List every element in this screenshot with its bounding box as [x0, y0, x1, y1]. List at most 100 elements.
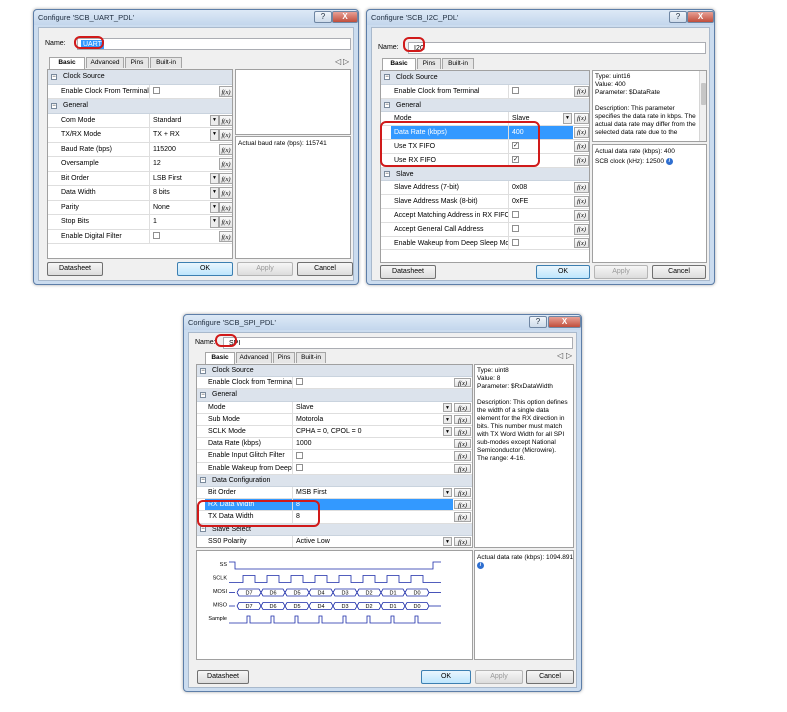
param-value[interactable]: Slave	[293, 402, 453, 413]
tab-pins[interactable]: Pins	[125, 57, 149, 68]
chevron-down-icon[interactable]: ▼	[210, 129, 219, 141]
checkbox[interactable]	[512, 211, 519, 219]
checkbox[interactable]	[512, 238, 519, 246]
uart-name-input[interactable]: UART	[77, 38, 351, 50]
param-value[interactable]	[509, 223, 573, 236]
i2c-datasheet-button[interactable]: Datasheet	[380, 265, 436, 279]
param-value[interactable]: 115200	[150, 143, 218, 157]
param-value[interactable]: ✓	[509, 140, 573, 153]
chevron-down-icon[interactable]: ▼	[210, 172, 219, 184]
category-slave-select[interactable]: − Slave Select	[197, 523, 472, 536]
param-value[interactable]	[150, 85, 218, 99]
param-value[interactable]	[150, 230, 218, 244]
fx-button[interactable]: f(x)	[219, 85, 232, 97]
collapse-icon[interactable]: −	[51, 73, 57, 80]
param-value[interactable]: Motorola	[293, 414, 453, 425]
spi-tab-nav-right-icon[interactable]: ▷	[566, 351, 572, 360]
param-row-enable-clock-from-terminal[interactable]: Enable Clock from Terminal f(x)	[197, 377, 472, 390]
fx-button[interactable]: f(x)	[219, 230, 232, 242]
spi-name-input[interactable]: SPI	[223, 337, 573, 349]
checkbox[interactable]: ✓	[512, 155, 519, 163]
collapse-icon[interactable]: −	[384, 170, 390, 177]
uart-close-icon[interactable]: X	[332, 11, 358, 23]
category-clock-source[interactable]: − Clock Source	[197, 365, 472, 378]
param-row-parity[interactable]: Parity None ▼ f(x)	[48, 200, 232, 215]
fx-button[interactable]: f(x)	[574, 237, 589, 249]
param-row-data-rate-kbps[interactable]: Data Rate (kbps) 1000 f(x)	[197, 438, 472, 451]
chevron-down-icon[interactable]: ▼	[443, 488, 452, 498]
i2c-description-scrollbar[interactable]	[699, 71, 706, 141]
checkbox[interactable]: ✓	[512, 142, 519, 150]
param-value[interactable]: 8	[293, 499, 453, 511]
fx-button[interactable]: f(x)	[219, 129, 232, 141]
uart-help-icon[interactable]: ?	[314, 11, 332, 23]
fx-button[interactable]: f(x)	[454, 427, 471, 437]
param-row-enable-digital-filter[interactable]: Enable Digital Filter f(x)	[48, 229, 232, 244]
tab-advanced[interactable]: Advanced	[236, 352, 272, 363]
param-row-enable-wakeup-from-deep-sleep-mode[interactable]: Enable Wakeup from Deep Sleep Mode f(x)	[381, 236, 589, 251]
param-row-bit-order[interactable]: Bit Order LSB First ▼ f(x)	[48, 171, 232, 186]
uart-ok-button[interactable]: OK	[177, 262, 233, 276]
param-row-com-mode[interactable]: Com Mode Standard ▼ f(x)	[48, 113, 232, 128]
param-value[interactable]: 0x08	[509, 181, 573, 194]
chevron-down-icon[interactable]: ▼	[443, 536, 452, 546]
i2c-cancel-button[interactable]: Cancel	[652, 265, 706, 279]
collapse-icon[interactable]: −	[51, 102, 57, 109]
uart-title-bar[interactable]: Configure 'SCB_UART_PDL' ? X	[34, 10, 358, 25]
collapse-icon[interactable]: −	[200, 526, 206, 533]
chevron-down-icon[interactable]: ▼	[563, 113, 572, 125]
checkbox[interactable]	[296, 451, 303, 459]
param-row-mode[interactable]: Mode Slave ▼ f(x)	[197, 401, 472, 414]
param-value[interactable]: ✓	[509, 154, 573, 167]
param-value[interactable]	[509, 209, 573, 222]
tab-basic[interactable]: Basic	[49, 57, 85, 69]
checkbox[interactable]	[296, 463, 303, 471]
param-row-bit-order[interactable]: Bit Order MSB First ▼ f(x)	[197, 487, 472, 500]
param-row-rx-data-width[interactable]: RX Data Width 8 f(x)	[197, 499, 472, 512]
fx-button[interactable]: f(x)	[454, 378, 471, 388]
param-value[interactable]: MSB First	[293, 487, 453, 498]
param-value[interactable]: 1	[150, 215, 218, 229]
fx-button[interactable]: f(x)	[219, 201, 232, 213]
param-value[interactable]	[293, 450, 453, 461]
param-row-slave-address-7-bit[interactable]: Slave Address (7-bit) 0x08 f(x)	[381, 181, 589, 196]
fx-button[interactable]: f(x)	[454, 512, 471, 522]
param-row-enable-input-glitch-filter[interactable]: Enable Input Glitch Filter f(x)	[197, 450, 472, 463]
fx-button[interactable]: f(x)	[574, 196, 589, 207]
collapse-icon[interactable]: −	[384, 101, 390, 108]
param-row-tx-rx-mode[interactable]: TX/RX Mode TX + RX ▼ f(x)	[48, 128, 232, 143]
param-row-use-rx-fifo[interactable]: Use RX FIFO ✓ f(x)	[381, 153, 589, 168]
category-general[interactable]: − General	[197, 389, 472, 402]
param-row-enable-wakeup-from-deepsleep[interactable]: Enable Wakeup from DeepSleep f(x)	[197, 462, 472, 475]
uart-cancel-button[interactable]: Cancel	[297, 262, 353, 276]
tab-built-in[interactable]: Built-in	[296, 352, 326, 363]
spi-tab-nav-left-icon[interactable]: ◁	[557, 351, 563, 360]
fx-button[interactable]: f(x)	[454, 439, 471, 449]
chevron-down-icon[interactable]: ▼	[210, 187, 219, 199]
param-value[interactable]: 12	[150, 157, 218, 171]
param-value[interactable]: Active Low	[293, 536, 453, 547]
spi-close-icon[interactable]: X	[548, 316, 581, 328]
category-general[interactable]: − General	[381, 98, 589, 113]
checkbox[interactable]	[512, 224, 519, 232]
fx-button[interactable]: f(x)	[454, 414, 471, 424]
fx-button[interactable]: f(x)	[219, 187, 232, 199]
param-row-stop-bits[interactable]: Stop Bits 1 ▼ f(x)	[48, 215, 232, 230]
uart-tab-nav-right-icon[interactable]: ▷	[343, 57, 349, 66]
spi-help-icon[interactable]: ?	[529, 316, 547, 328]
uart-datasheet-button[interactable]: Datasheet	[47, 262, 103, 276]
param-row-baud-rate-bps[interactable]: Baud Rate (bps) 115200 f(x)	[48, 142, 232, 157]
fx-button[interactable]: f(x)	[574, 127, 589, 138]
spi-apply-button[interactable]: Apply	[475, 670, 523, 684]
fx-button[interactable]: f(x)	[454, 463, 471, 473]
fx-button[interactable]: f(x)	[574, 210, 589, 221]
fx-button[interactable]: f(x)	[219, 143, 232, 155]
category-data-configuration[interactable]: − Data Configuration	[197, 474, 472, 487]
fx-button[interactable]: f(x)	[219, 114, 232, 126]
fx-button[interactable]: f(x)	[574, 182, 589, 194]
param-value[interactable]: LSB First	[150, 172, 218, 186]
param-value[interactable]: 1000	[293, 438, 453, 449]
param-value[interactable]: 400	[509, 126, 573, 139]
param-row-ss0-polarity[interactable]: SS0 Polarity Active Low ▼ f(x)	[197, 535, 472, 547]
tab-pins[interactable]: Pins	[273, 352, 295, 363]
